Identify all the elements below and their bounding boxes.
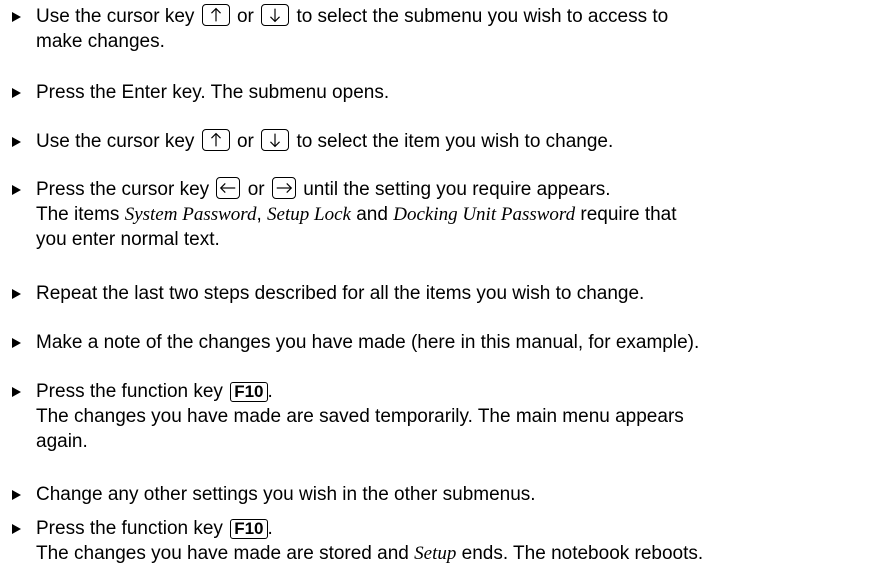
bullet-icon — [12, 387, 21, 397]
f10-key: F10 — [230, 519, 268, 539]
step-text: to select the submenu you wish to access… — [296, 6, 669, 27]
bullet-icon — [12, 524, 21, 534]
step-text: Make a note of the changes you have made… — [36, 332, 700, 353]
bullet-icon — [12, 137, 21, 147]
step-text: . — [267, 381, 273, 402]
step-9: Press the function key F10. The changes … — [12, 516, 883, 566]
bullet-icon — [12, 12, 21, 22]
step-8: Change any other settings you wish in th… — [12, 482, 883, 507]
arrow-left-key-icon — [216, 177, 241, 199]
bullet-icon — [12, 88, 21, 98]
step-text: to select the item you wish to change. — [296, 131, 614, 152]
arrow-right-key-icon — [271, 177, 296, 199]
arrow-down-key-icon — [261, 129, 290, 151]
step-text: The changes you have made are stored and — [36, 543, 409, 564]
step-4: Press the cursor key or until the settin… — [12, 177, 883, 252]
step-text: ends. The notebook reboots. — [461, 543, 704, 564]
step-6: Make a note of the changes you have made… — [12, 330, 883, 355]
step-1: Use the cursor key or to select the subm… — [12, 4, 883, 54]
step-text: Press the cursor key — [36, 179, 210, 200]
step-text: Press the Enter key. The submenu opens. — [36, 82, 390, 103]
step-text: , — [256, 204, 262, 225]
step-text: until the setting you require appears. — [303, 179, 611, 200]
bullet-icon — [12, 490, 21, 500]
step-text: Press the function key — [36, 381, 223, 402]
arrow-down-key-icon — [261, 4, 290, 26]
step-text: Change any other settings you wish in th… — [36, 484, 536, 505]
step-text: make changes. — [36, 31, 165, 52]
step-text: Press the function key — [36, 518, 223, 539]
step-text: The changes you have made are saved temp… — [36, 406, 684, 427]
step-text: or — [236, 6, 254, 27]
step-text: require that — [580, 204, 677, 225]
step-text: Repeat the last two steps described for … — [36, 283, 645, 304]
step-text: and — [356, 204, 388, 225]
item-name: System Password — [124, 204, 257, 225]
step-text: again. — [36, 431, 88, 452]
step-2: Press the Enter key. The submenu opens. — [12, 80, 883, 105]
bullet-icon — [12, 185, 21, 195]
step-text: or — [247, 179, 265, 200]
step-5: Repeat the last two steps described for … — [12, 281, 883, 306]
bullet-icon — [12, 289, 21, 299]
item-name: Setup Lock — [267, 204, 351, 225]
item-name: Docking Unit Password — [393, 204, 576, 225]
item-name: Setup — [414, 543, 457, 564]
step-text: or — [236, 131, 254, 152]
arrow-up-key-icon — [201, 4, 230, 26]
step-3: Use the cursor key or to select the item… — [12, 129, 883, 154]
bullet-icon — [12, 338, 21, 348]
step-text: The items — [36, 204, 120, 225]
step-7: Press the function key F10. The changes … — [12, 379, 883, 454]
step-text: Use the cursor key — [36, 6, 195, 27]
step-text: you enter normal text. — [36, 229, 220, 250]
step-text: Use the cursor key — [36, 131, 195, 152]
f10-key: F10 — [230, 382, 268, 402]
step-text: . — [267, 518, 273, 539]
arrow-up-key-icon — [201, 129, 230, 151]
